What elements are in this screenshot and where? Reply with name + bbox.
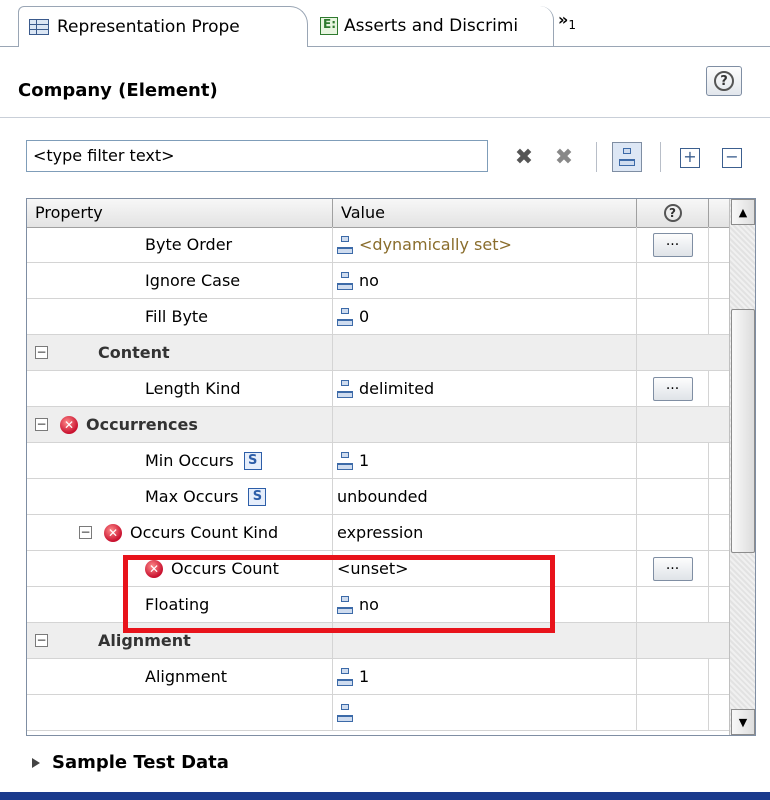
category-label: Alignment	[98, 631, 191, 650]
table-row[interactable]: Fill Byte 0	[27, 299, 729, 335]
collapse-icon[interactable]: −	[79, 526, 92, 539]
tree-icon	[337, 451, 353, 470]
property-name: Floating	[145, 595, 210, 614]
scroll-down-button[interactable]: ▼	[731, 709, 755, 735]
property-name: Max Occurs	[145, 487, 239, 506]
help-button[interactable]: ?	[706, 66, 742, 96]
error-icon: ✕	[104, 523, 122, 542]
category-label: Occurrences	[86, 415, 198, 434]
tree-icon	[337, 667, 353, 686]
tree-icon	[619, 148, 635, 166]
property-name: Byte Order	[145, 235, 233, 254]
help-icon: ?	[663, 204, 682, 222]
editor-tab-bar: Representation Prope Asserts and Discrim…	[0, 0, 770, 48]
table-row[interactable]: − ✕ Occurs Count Kind expression	[27, 515, 729, 551]
schema-icon: S	[248, 487, 267, 506]
help-icon: ?	[714, 71, 734, 91]
table-icon	[29, 18, 49, 35]
table-row[interactable]: Byte Order <dynamically set> ...	[27, 227, 729, 263]
tree-icon	[337, 235, 353, 254]
clear-all-icon[interactable]: ✖	[546, 142, 582, 172]
scroll-up-button[interactable]: ▲	[731, 199, 755, 225]
category-row-alignment[interactable]: − Alignment	[27, 623, 729, 659]
chevron-right-double-icon: »	[558, 10, 569, 29]
property-value: no	[359, 271, 379, 290]
category-label: Content	[98, 343, 170, 362]
property-name: Fill Byte	[145, 307, 209, 326]
property-value: 1	[359, 667, 370, 686]
property-name: Occurs Count	[171, 559, 279, 578]
property-value: no	[359, 595, 379, 614]
property-value: expression	[337, 523, 424, 542]
property-name: Length Kind	[145, 379, 241, 398]
property-value: <unset>	[337, 559, 409, 578]
error-icon: ✕	[60, 415, 78, 434]
page-title: Company (Element)	[18, 80, 218, 101]
category-row-occurrences[interactable]: − ✕ Occurrences	[27, 407, 729, 443]
column-header-help[interactable]: ?	[637, 199, 709, 227]
sample-test-data-section[interactable]: Sample Test Data	[32, 752, 229, 773]
overflow-count: 1	[568, 18, 576, 33]
tree-icon	[337, 271, 353, 290]
column-header-value[interactable]: Value	[333, 199, 637, 227]
table-row[interactable]: Min Occurs S 1	[27, 443, 729, 479]
tab-label: Representation Prope	[57, 16, 240, 37]
clear-filter-icon[interactable]: ✖	[510, 142, 538, 172]
category-row-content[interactable]: − Content	[27, 335, 729, 371]
tab-asserts-and-discriminators[interactable]: Asserts and Discrimi	[314, 6, 554, 46]
schema-icon: S	[243, 451, 262, 470]
collapse-all-icon[interactable]: −	[722, 148, 742, 168]
asserts-icon	[320, 17, 338, 35]
expand-all-icon[interactable]: +	[680, 148, 700, 168]
property-value: delimited	[359, 379, 435, 398]
collapse-icon[interactable]: −	[35, 634, 48, 647]
column-header-property[interactable]: Property	[27, 199, 333, 227]
tree-icon	[337, 595, 353, 614]
property-name: Occurs Count Kind	[130, 523, 279, 542]
table-row[interactable]: Length Kind delimited ...	[27, 371, 729, 407]
property-value: unbounded	[337, 487, 428, 506]
edit-button[interactable]: ...	[652, 376, 693, 401]
table-row[interactable]: Alignment 1	[27, 659, 729, 695]
collapse-icon[interactable]: −	[35, 346, 48, 359]
grid-header: Property Value ?	[27, 199, 729, 228]
scrollbar-thumb[interactable]	[731, 309, 755, 553]
property-name: Alignment	[145, 667, 227, 686]
filter-input[interactable]: <type filter text>	[26, 140, 488, 172]
property-grid: Property Value ? Byte Order <dynamically…	[26, 198, 756, 736]
tree-icon	[337, 703, 353, 722]
expand-arrow-icon	[32, 757, 40, 768]
table-row[interactable]: Max Occurs S unbounded	[27, 479, 729, 515]
edit-button[interactable]: ...	[652, 232, 693, 257]
divider	[0, 117, 770, 118]
vertical-scrollbar[interactable]: ▲ ▼	[729, 199, 755, 735]
tab-overflow-button[interactable]: »1	[558, 10, 576, 32]
property-name: Ignore Case	[145, 271, 241, 290]
tree-icon	[337, 379, 353, 398]
edit-button[interactable]: ...	[652, 556, 693, 581]
property-name: Min Occurs	[145, 451, 234, 470]
show-tree-toggle[interactable]	[612, 142, 642, 172]
property-value: 0	[359, 307, 370, 326]
property-value: <dynamically set>	[359, 235, 512, 254]
tree-icon	[337, 307, 353, 326]
error-icon: ✕	[145, 559, 163, 578]
section-title: Sample Test Data	[52, 752, 229, 773]
bottom-border	[0, 792, 770, 800]
table-row[interactable]	[27, 695, 729, 731]
tab-label: Asserts and Discrimi	[344, 16, 519, 36]
table-row[interactable]: Floating no	[27, 587, 729, 623]
table-row[interactable]: Ignore Case no	[27, 263, 729, 299]
collapse-icon[interactable]: −	[35, 418, 48, 431]
tab-representation-properties[interactable]: Representation Prope	[18, 6, 308, 46]
property-value: 1	[359, 451, 370, 470]
table-row[interactable]: ✕ Occurs Count <unset> ...	[27, 551, 729, 587]
